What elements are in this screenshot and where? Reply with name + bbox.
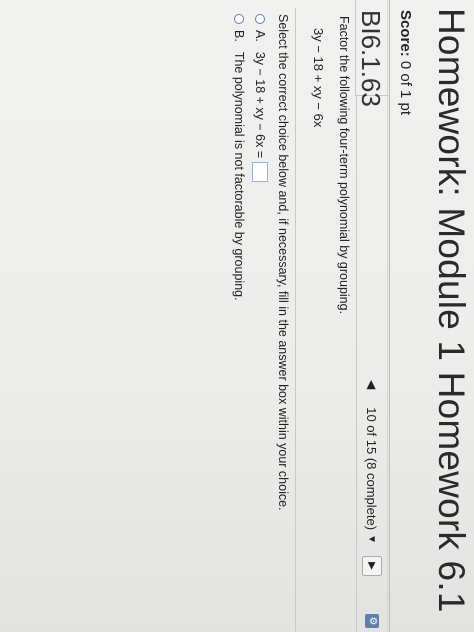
previous-question-icon[interactable]: ◀ (365, 380, 379, 389)
choice-instructions: Select the correct choice below and, if … (276, 14, 290, 511)
score: Score: 0 of 1 pt (397, 10, 414, 115)
choice-b-text: The polynomial is not factorable by grou… (232, 51, 246, 301)
settings-icon[interactable]: ⚙ (365, 614, 379, 628)
caret-down-icon[interactable]: ▼ (367, 534, 378, 544)
question-id: BI6.1.63 (356, 10, 386, 107)
choice-a-letter: A. (253, 30, 267, 42)
choice-b-radio[interactable] (234, 14, 244, 24)
choice-a-text: 3y − 18 + xy − 6x = (253, 51, 267, 159)
question-prompt: Factor the following four-term polynomia… (337, 16, 351, 315)
answer-input-box[interactable] (252, 162, 268, 183)
divider (356, 95, 357, 632)
score-value: 0 of 1 pt (397, 60, 414, 116)
score-label: Score: (397, 10, 414, 57)
choice-b[interactable]: B. The polynomial is not factorable by g… (232, 14, 246, 301)
choice-a-radio[interactable] (255, 14, 265, 24)
page-title: Homework: Module 1 Homework 6.1 (431, 8, 472, 613)
question-navigation: ◀ 10 of 15 (8 complete) ▼ ▶ (362, 380, 382, 576)
divider (389, 0, 390, 632)
polynomial-expression: 3y − 18 + xy − 6x (311, 28, 326, 128)
divider (295, 8, 296, 632)
choice-a[interactable]: A. 3y − 18 + xy − 6x = (252, 14, 268, 183)
next-question-button[interactable]: ▶ (362, 556, 382, 576)
triangle-right-icon: ▶ (366, 562, 378, 570)
question-progress[interactable]: 10 of 15 (8 complete) (365, 407, 380, 530)
choice-b-letter: B. (232, 30, 246, 42)
homework-screen: Homework: Module 1 Homework 6.1 Score: 0… (0, 0, 474, 632)
